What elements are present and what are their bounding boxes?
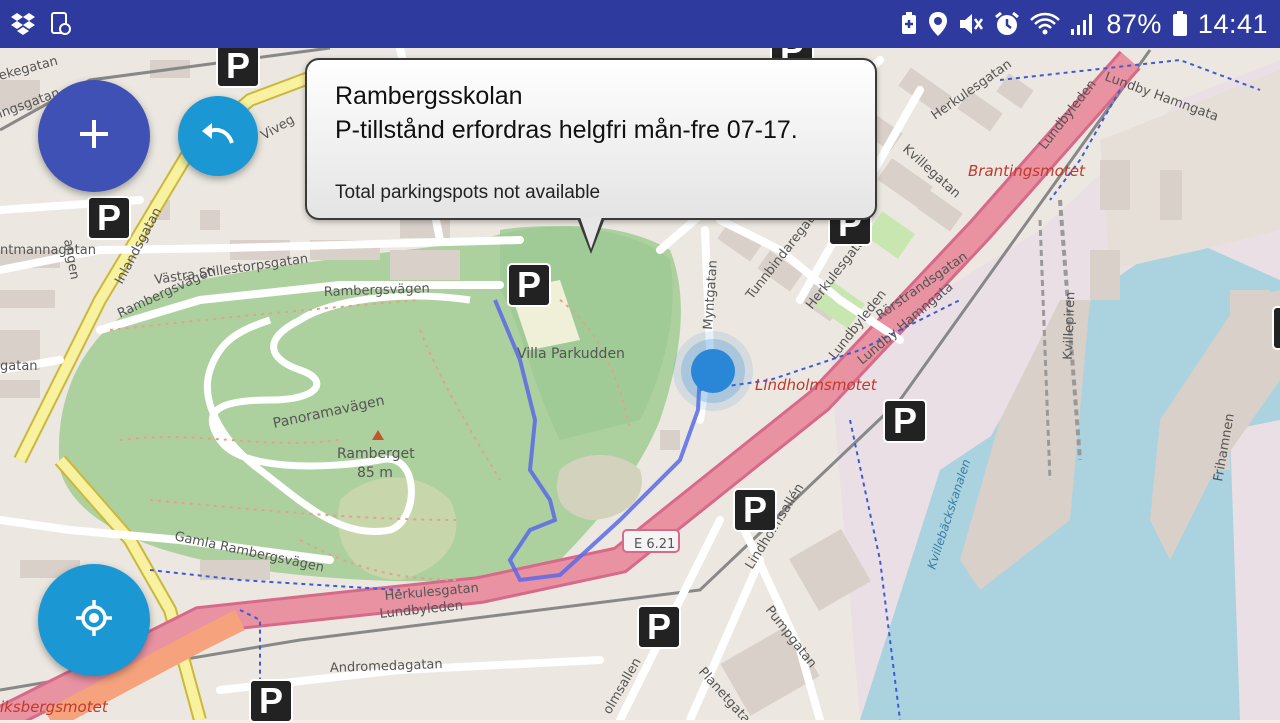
popup-permit-text: P-tillstånd erfordras helgfri mån-fre 07…: [335, 116, 798, 144]
mute-icon: [958, 12, 984, 36]
current-location-marker: [691, 349, 735, 393]
parking-marker[interactable]: P: [883, 399, 927, 443]
popup-pointer-fill: [580, 217, 602, 249]
wifi-icon: [1030, 12, 1061, 36]
screenshot-icon: [50, 12, 72, 36]
label-lindholmsmotet: Lindholmsmotet: [755, 376, 878, 394]
battery-percent: 87%: [1106, 8, 1162, 39]
popup-title: Rambergsskolan: [335, 82, 523, 110]
status-bar: 87% 14:41: [0, 0, 1280, 48]
popup-availability: Total parkingspots not available: [335, 182, 601, 203]
label-brantingsmotet: Brantingsmotet: [968, 162, 1086, 180]
label-eriksbergsmotet: iksbergsmotet: [0, 698, 109, 716]
crosshair-icon: [74, 598, 114, 643]
label-ramberget: Ramberget: [337, 446, 415, 462]
dropbox-icon: [10, 12, 36, 36]
battery-saver-icon: [900, 12, 918, 36]
plus-icon: [77, 117, 111, 156]
parking-marker[interactable]: P: [249, 679, 293, 723]
add-button[interactable]: [38, 80, 150, 192]
parking-marker[interactable]: P: [216, 44, 260, 88]
location-icon: [928, 11, 948, 37]
parking-marker[interactable]: P: [733, 488, 777, 532]
signal-icon: [1070, 11, 1096, 37]
parking-marker[interactable]: P: [507, 263, 551, 307]
parking-marker[interactable]: P: [87, 196, 131, 240]
alarm-icon: [994, 11, 1020, 37]
parking-info-popup[interactable]: Rambergsskolan P-tillstånd erfordras hel…: [305, 58, 877, 220]
battery-icon: [1172, 11, 1188, 37]
clock: 14:41: [1197, 8, 1268, 39]
parking-marker[interactable]: P: [637, 605, 681, 649]
label-ramberget-height: 85 m: [357, 465, 393, 481]
label-kvillepiren: Kvillepiren: [1061, 291, 1078, 360]
locate-me-button[interactable]: [38, 564, 150, 676]
label-mantmannagatan: ntmannagatan: [0, 243, 96, 258]
label-villa-parkudden: Villa Parkudden: [517, 346, 625, 362]
parking-marker[interactable]: P: [1272, 306, 1280, 350]
label-e621: E 6.21: [634, 537, 675, 552]
undo-button[interactable]: [178, 96, 258, 176]
undo-icon: [198, 119, 238, 154]
label-gatan-left: gatan: [0, 359, 38, 374]
